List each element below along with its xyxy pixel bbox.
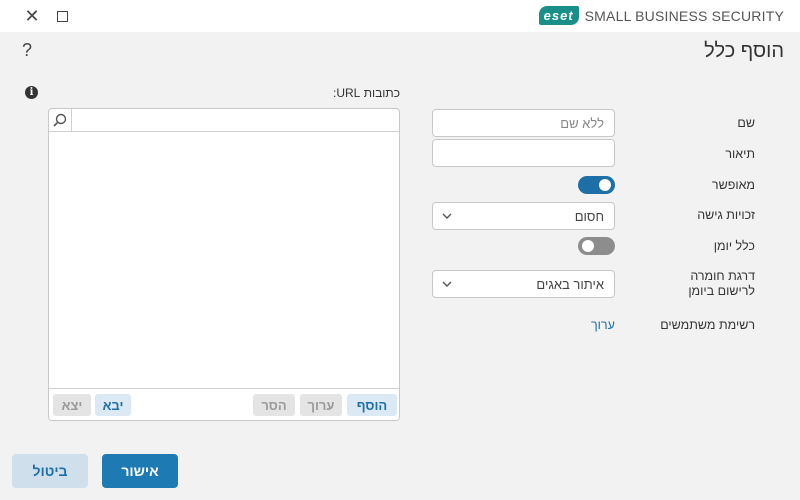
enabled-label: מאופשר xyxy=(711,178,755,192)
severity-value: איתור באגים xyxy=(536,277,604,292)
severity-label-line2: לרישום ביומן xyxy=(688,284,755,298)
description-field-wrap xyxy=(432,139,615,167)
severity-label-line1: דרגת חומרה xyxy=(690,269,755,283)
search-icon[interactable] xyxy=(49,109,72,131)
remove-button[interactable]: הסר xyxy=(253,394,295,416)
info-icon[interactable]: i xyxy=(25,86,38,99)
url-list-panel: יצא יבא הסר ערוך הוסף xyxy=(48,108,400,421)
ok-button[interactable]: אישור xyxy=(102,454,178,488)
access-label: זכויות גישה xyxy=(697,208,755,222)
name-field[interactable] xyxy=(433,110,614,136)
close-icon[interactable]: ✕ xyxy=(22,6,42,26)
url-list[interactable] xyxy=(49,132,399,390)
access-select[interactable]: חסום xyxy=(432,202,615,230)
url-search-bar xyxy=(49,109,399,132)
brand-text: SMALL BUSINESS SECURITY xyxy=(584,7,784,24)
severity-select[interactable]: איתור באגים xyxy=(432,270,615,298)
chevron-down-icon xyxy=(442,213,452,219)
title-bar: ✕ eset SMALL BUSINESS SECURITY xyxy=(0,0,800,32)
export-button[interactable]: יצא xyxy=(53,394,91,416)
description-label: תיאור xyxy=(725,147,755,161)
log-label: כלל יומן xyxy=(713,239,755,253)
users-edit-link[interactable]: ערוך xyxy=(591,318,615,332)
severity-label: דרגת חומרה לרישום ביומן xyxy=(688,269,755,299)
help-icon[interactable]: ? xyxy=(22,40,32,61)
page-title: הוסף כלל xyxy=(704,40,784,62)
add-url-button[interactable]: הוסף xyxy=(347,394,397,416)
maximize-icon[interactable] xyxy=(52,6,72,26)
brand: eset SMALL BUSINESS SECURITY xyxy=(538,6,784,25)
description-field[interactable] xyxy=(433,140,614,166)
users-label: רשימת משתמשים xyxy=(660,318,755,332)
enabled-toggle[interactable] xyxy=(578,176,615,194)
cancel-button[interactable]: ביטול xyxy=(12,454,88,488)
access-value: חסום xyxy=(574,209,604,224)
url-list-label: כתובות URL: xyxy=(333,86,400,100)
name-label: שם xyxy=(737,116,755,130)
name-field-wrap xyxy=(432,109,615,137)
url-search-input[interactable] xyxy=(73,109,399,131)
log-toggle[interactable] xyxy=(578,237,615,255)
url-toolbar: יצא יבא הסר ערוך הוסף xyxy=(49,388,399,420)
import-button[interactable]: יבא xyxy=(95,394,131,416)
edit-url-button[interactable]: ערוך xyxy=(300,394,342,416)
chevron-down-icon xyxy=(442,281,452,287)
eset-logo: eset xyxy=(538,6,579,25)
